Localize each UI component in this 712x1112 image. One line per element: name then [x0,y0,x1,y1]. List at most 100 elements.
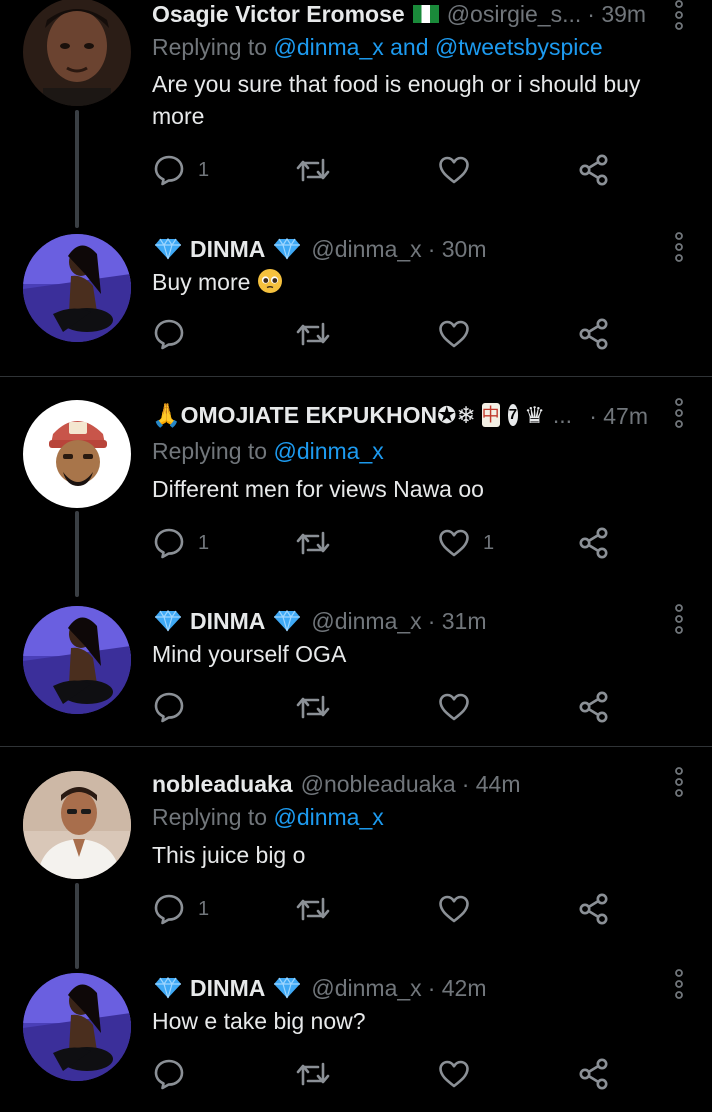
reply-button[interactable]: 1 [152,153,209,187]
author-name[interactable]: DINMA [190,236,265,263]
reply-icon [152,1057,186,1091]
timestamp[interactable]: · 31m [428,608,487,635]
avatar[interactable] [23,606,131,714]
replying-to-link[interactable]: @dinma_x [273,438,383,464]
retweet-icon [294,892,332,926]
more-options-icon[interactable] [672,0,686,30]
timestamp[interactable]: · 42m [428,975,487,1002]
more-options-icon[interactable] [672,969,686,999]
diamond-emoji-icon [273,237,301,261]
reply-button[interactable] [152,690,186,724]
tweet[interactable]: DINMA @dinma_x · 31m Mind yourself OGA [0,598,712,746]
retweet-button[interactable] [294,892,332,926]
author-name[interactable]: 🙏OMOJIATE EKPUKHON✪❄ [152,402,476,429]
share-button[interactable] [577,1057,611,1091]
reply-icon [152,153,186,187]
share-icon [577,526,611,560]
like-button[interactable] [437,892,471,926]
author-handle[interactable]: @nobleaduaka [301,771,456,798]
retweet-icon [294,153,332,187]
share-button[interactable] [577,690,611,724]
like-button[interactable] [437,1057,471,1091]
tweet[interactable]: nobleaduaka @nobleaduaka · 44m Replying … [0,765,712,969]
reply-icon [152,690,186,724]
author-handle[interactable]: @osirgie_s... [447,1,582,28]
tweet-actions [152,690,622,724]
share-button[interactable] [577,526,611,560]
divider [0,746,712,747]
mahjong-tile-icon: 中 [481,403,500,427]
reply-count: 1 [198,531,210,554]
like-icon [437,317,471,351]
author-name[interactable]: nobleaduaka [152,771,293,798]
author-name[interactable]: DINMA [190,608,265,635]
reply-icon [152,892,186,926]
tweet-text: How e take big now? [152,1008,366,1034]
author-name[interactable]: Osagie Victor Eromose [152,1,405,28]
avatar[interactable] [23,973,131,1081]
tweet-header: DINMA @dinma_x · 42m [152,971,652,1005]
timestamp[interactable]: · 44m [462,771,521,798]
more-options-icon[interactable] [672,767,686,797]
replying-label: Replying to [152,804,268,830]
replying-label: Replying to [152,438,268,464]
like-button[interactable]: 1 [437,526,494,560]
tweet[interactable]: DINMA @dinma_x · 30m Buy more [0,226,712,376]
reply-button[interactable] [152,1057,186,1091]
share-button[interactable] [577,317,611,351]
tweet-text: This juice big o [152,842,306,868]
reply-icon [152,526,186,560]
reply-button[interactable]: 1 [152,526,209,560]
reply-icon [152,317,186,351]
like-button[interactable] [437,317,471,351]
share-button[interactable] [577,153,611,187]
timestamp[interactable]: · 39m [587,1,646,28]
share-icon [577,892,611,926]
tweet-header: DINMA @dinma_x · 31m [152,604,652,638]
author-handle[interactable]: @dinma_x [311,608,421,635]
reply-button[interactable] [152,317,186,351]
share-button[interactable] [577,892,611,926]
author-handle[interactable]: @dinma_x [311,236,421,263]
retweet-button[interactable] [294,526,332,560]
author-name[interactable]: DINMA [190,975,265,1002]
replying-to-link[interactable]: @dinma_x and @tweetsbyspice [273,34,602,60]
retweet-button[interactable] [294,153,332,187]
more-options-icon[interactable] [672,398,686,428]
tweet-header: Osagie Victor Eromose @osirgie_s... · 39… [152,0,652,31]
retweet-icon [294,317,332,351]
like-icon [437,526,471,560]
like-icon [437,690,471,724]
replying-to: Replying to @dinma_x and @tweetsbyspice [152,34,603,61]
diamond-emoji-icon [154,976,182,1000]
like-icon [437,153,471,187]
pleading-face-emoji-icon [257,268,283,294]
tweet[interactable]: 🙏OMOJIATE EKPUKHON✪❄ 中 7 ♛ ... · 47m Rep… [0,396,712,597]
avatar[interactable] [23,400,131,508]
like-icon [437,1057,471,1091]
share-icon [577,1057,611,1091]
avatar[interactable] [23,0,131,106]
retweet-button[interactable] [294,690,332,724]
reply-button[interactable]: 1 [152,892,209,926]
tweet-text: Buy more [152,266,672,298]
retweet-button[interactable] [294,1057,332,1091]
avatar[interactable] [23,234,131,342]
tweet-text: Different men for views Nawa oo [152,476,484,502]
avatar[interactable] [23,771,131,879]
divider [0,376,712,377]
replying-to-link[interactable]: @dinma_x [273,804,383,830]
nigeria-flag-icon [412,5,439,23]
tweet[interactable]: DINMA @dinma_x · 42m How e take big now? [0,965,712,1112]
like-button[interactable] [437,690,471,724]
more-options-icon[interactable] [672,232,686,262]
timestamp[interactable]: · 47m [589,403,648,430]
more-options-icon[interactable] [672,604,686,634]
like-button[interactable] [437,153,471,187]
tweet[interactable]: Osagie Victor Eromose @osirgie_s... · 39… [0,0,712,228]
timestamp[interactable]: · 30m [428,236,487,263]
tweet-text: Are you sure that food is enough or i sh… [152,71,641,129]
tweet-actions: 1 [152,153,622,187]
retweet-button[interactable] [294,317,332,351]
author-handle[interactable]: @dinma_x [311,975,421,1002]
